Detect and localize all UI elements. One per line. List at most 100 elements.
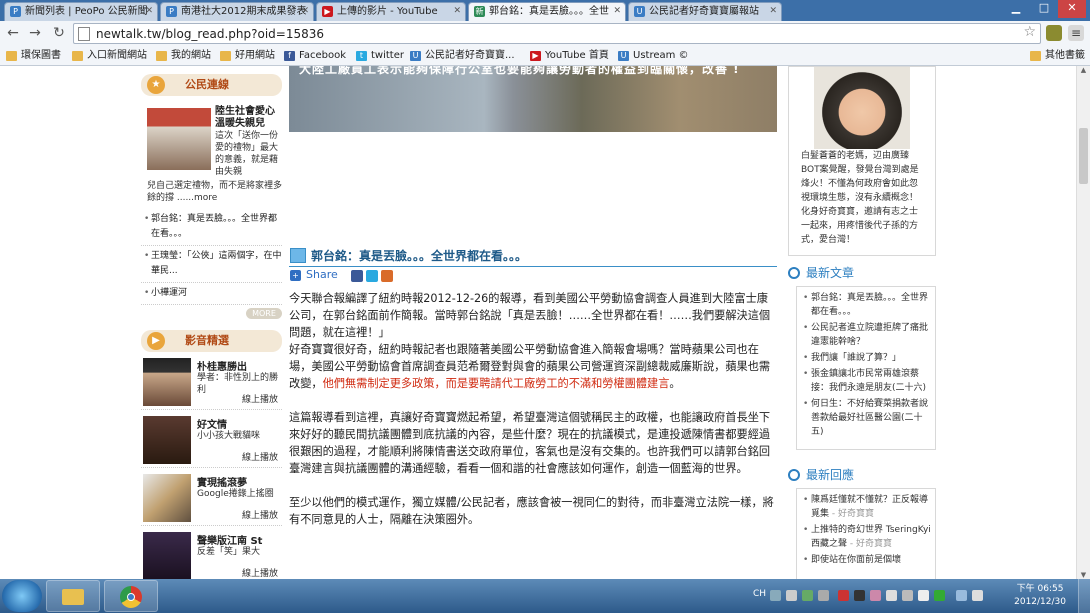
language-indicator[interactable]: CH — [753, 589, 766, 599]
bookmark-facebook[interactable]: f Facebook — [284, 48, 346, 64]
video-item[interactable]: 朴桂惠勝出 學者：非性別上的勝利 線上播放 — [141, 356, 282, 410]
bookmark-label: 環保圖書 — [21, 50, 61, 61]
maximize-button[interactable]: □ — [1030, 0, 1058, 18]
profile-photo[interactable] — [814, 67, 910, 149]
scroll-down-icon[interactable]: ▼ — [1077, 571, 1090, 579]
bookmark-folder[interactable]: 入口新聞網站 — [72, 48, 147, 64]
latest-article-item[interactable]: 公民記者進立院遭拒牌了痛批違憲能幹啥？ — [803, 321, 931, 349]
bookmark-label: Ustream © — [633, 50, 689, 61]
twitter-share-icon[interactable] — [366, 270, 378, 282]
video-title[interactable]: 實現搖滾夢 — [197, 474, 247, 489]
video-title[interactable]: 好文情 — [197, 416, 227, 431]
tab-ustream[interactable]: U 公民記者好奇寶寶屬報站 ✕ — [628, 2, 782, 21]
tray-icon[interactable] — [770, 590, 781, 601]
video-title[interactable]: 聲樂版江南 St — [197, 532, 262, 547]
video-thumbnail[interactable] — [143, 416, 191, 464]
left-sidebar: ★ 公民連線 陸生社會愛心溫暖失親兒 這次「送你一份愛的禮物」最大的意義，就是藉… — [141, 66, 282, 579]
volume-icon[interactable] — [972, 590, 983, 601]
video-item[interactable]: 聲樂版江南 St 反差「笑」果大 線上播放 — [141, 530, 282, 579]
video-thumbnail[interactable] — [143, 532, 191, 579]
tray-icon[interactable] — [870, 590, 881, 601]
address-bar[interactable]: newtalk.tw/blog_read.php?oid=15836 ☆ — [73, 23, 1041, 44]
play-link[interactable]: 線上播放 — [242, 566, 278, 579]
bookmark-folder[interactable]: 好用網站 — [220, 48, 275, 64]
bookmark-ustream[interactable]: U Ustream © — [618, 48, 689, 64]
feature-title[interactable]: 陸生社會愛心溫暖失親兒 — [215, 106, 281, 130]
close-icon[interactable]: ✕ — [453, 3, 461, 20]
list-item[interactable]: 王瑰瑩：「公俠」這兩個字，在中華民... — [141, 249, 282, 283]
play-link[interactable]: 線上播放 — [242, 392, 278, 405]
plurk-share-icon[interactable] — [381, 270, 393, 282]
tray-icon[interactable] — [786, 590, 797, 601]
latest-article-item[interactable]: 我們讓「誰說了算？」 — [803, 351, 931, 365]
explorer-taskbar-button[interactable] — [46, 580, 100, 612]
close-icon[interactable]: ✕ — [613, 3, 621, 20]
clock-time: 下午 06:55 — [1016, 584, 1064, 594]
reply-text[interactable]: 即使站在你面前是個壞 — [811, 555, 901, 565]
feature-story[interactable]: 陸生社會愛心溫暖失親兒 這次「送你一份愛的禮物」最大的意義，就是藉由失親 — [141, 102, 282, 186]
list-item[interactable]: 郭台銘：真是丟臉。。。全世界都在看。。。 — [141, 212, 282, 246]
vertical-scrollbar[interactable]: ▲ ▼ — [1076, 66, 1090, 579]
close-icon[interactable]: ✕ — [145, 3, 153, 20]
newtalk-icon: 新 — [474, 6, 485, 17]
forward-button[interactable]: → — [26, 24, 44, 42]
extension-icon[interactable] — [1046, 25, 1062, 41]
video-item[interactable]: 好文情 小小孩大戰貓咪 線上播放 — [141, 414, 282, 468]
tray-icon[interactable] — [902, 590, 913, 601]
tab-peopo-news[interactable]: P 新聞列表 | PeoPo 公民新聞 ✕ — [4, 2, 158, 21]
close-window-button[interactable]: ✕ — [1058, 0, 1086, 18]
clock[interactable]: 下午 06:55 2012/12/30 — [1014, 583, 1066, 609]
feature-image[interactable] — [147, 108, 211, 170]
video-thumbnail[interactable] — [143, 474, 191, 522]
list-item[interactable]: 小樺運河 — [141, 286, 282, 305]
scroll-up-icon[interactable]: ▲ — [1077, 66, 1090, 74]
facebook-share-icon[interactable] — [351, 270, 363, 282]
bookmark-twitter[interactable]: t twitter — [356, 48, 404, 64]
video-title[interactable]: 朴桂惠勝出 — [197, 358, 247, 373]
tray-icon[interactable] — [934, 590, 945, 601]
play-link[interactable]: 線上播放 — [242, 508, 278, 521]
close-icon[interactable]: ✕ — [769, 3, 777, 20]
latest-article-item[interactable]: 郭台銘：真是丟臉。。。全世界都在看。。。 — [803, 291, 931, 319]
wrench-icon[interactable]: ≡ — [1068, 25, 1084, 41]
minimize-button[interactable]: ▁ — [1002, 0, 1030, 18]
bookmark-folder[interactable]: 環保圖書 — [6, 48, 61, 64]
video-item[interactable]: 實現搖滾夢 Google捲錄上搖圈 線上播放 — [141, 472, 282, 526]
close-icon[interactable]: ✕ — [301, 3, 309, 20]
start-button[interactable] — [2, 580, 42, 612]
tray-icon[interactable] — [918, 590, 929, 601]
tray-icon[interactable] — [886, 590, 897, 601]
bookmark-youtube[interactable]: ▶ YouTube 首頁 — [530, 48, 609, 64]
latest-article-item[interactable]: 何日生：不好給賽菜捐款者說善款給最好社區醫公園(二十五) — [803, 397, 931, 439]
scroll-thumb[interactable] — [1079, 128, 1088, 184]
other-bookmarks[interactable]: 其他書籤 — [1030, 48, 1085, 64]
reply-item[interactable]: 上推特的奇幻世界 TseringKyi西藏之聲 - 好奇寶寶 — [803, 523, 931, 551]
bookmark-star-icon[interactable]: ☆ — [1023, 24, 1036, 40]
bookmark-citizen[interactable]: U 公民記者好奇寶寶... — [410, 48, 515, 64]
share-icon[interactable]: + — [290, 270, 301, 281]
bookmarks-bar: 環保圖書 入口新聞網站 我的網站 好用網站 f Facebook t twitter… — [0, 46, 1090, 66]
play-link[interactable]: 線上播放 — [242, 450, 278, 463]
tray-icon[interactable] — [802, 590, 813, 601]
reply-item[interactable]: 陳爲廷懂就不懂就？正反報導覓集 - 好奇寶寶 — [803, 493, 931, 521]
tab-article[interactable]: 新 郭台銘：真是丟臉。。。全世 ✕ — [468, 2, 626, 21]
reload-button[interactable]: ↻ — [50, 24, 68, 42]
tab-label: 上傳的影片 - YouTube — [337, 6, 438, 17]
tray-icon[interactable] — [838, 590, 849, 601]
share-button[interactable]: Share — [306, 268, 338, 281]
network-icon[interactable] — [956, 590, 967, 601]
reply-item[interactable]: 即使站在你面前是個壞 — [803, 553, 931, 567]
tray-icon[interactable] — [818, 590, 829, 601]
more-button[interactable]: MORE — [246, 308, 282, 319]
tray-icon[interactable] — [854, 590, 865, 601]
bookmark-folder[interactable]: 我的網站 — [156, 48, 211, 64]
tab-youtube[interactable]: ▶ 上傳的影片 - YouTube ✕ — [316, 2, 466, 21]
show-desktop-button[interactable] — [1078, 579, 1090, 613]
chrome-taskbar-button[interactable] — [104, 580, 158, 612]
back-button[interactable]: ← — [4, 24, 22, 42]
tab-nangang[interactable]: P 南港社大2012期末成果發表 ✕ — [160, 2, 314, 21]
video-thumbnail[interactable] — [143, 358, 191, 406]
latest-article-item[interactable]: 張金鎮讓北市民常兩雄滾蔡接：我們永遠是朋友(二十六) — [803, 367, 931, 395]
folder-icon — [220, 51, 231, 61]
article-paragraph: 至少以他們的模式運作，獨立媒體/公民記者，應該會被一視同仁的對待，而非臺灣立法院… — [289, 496, 774, 526]
